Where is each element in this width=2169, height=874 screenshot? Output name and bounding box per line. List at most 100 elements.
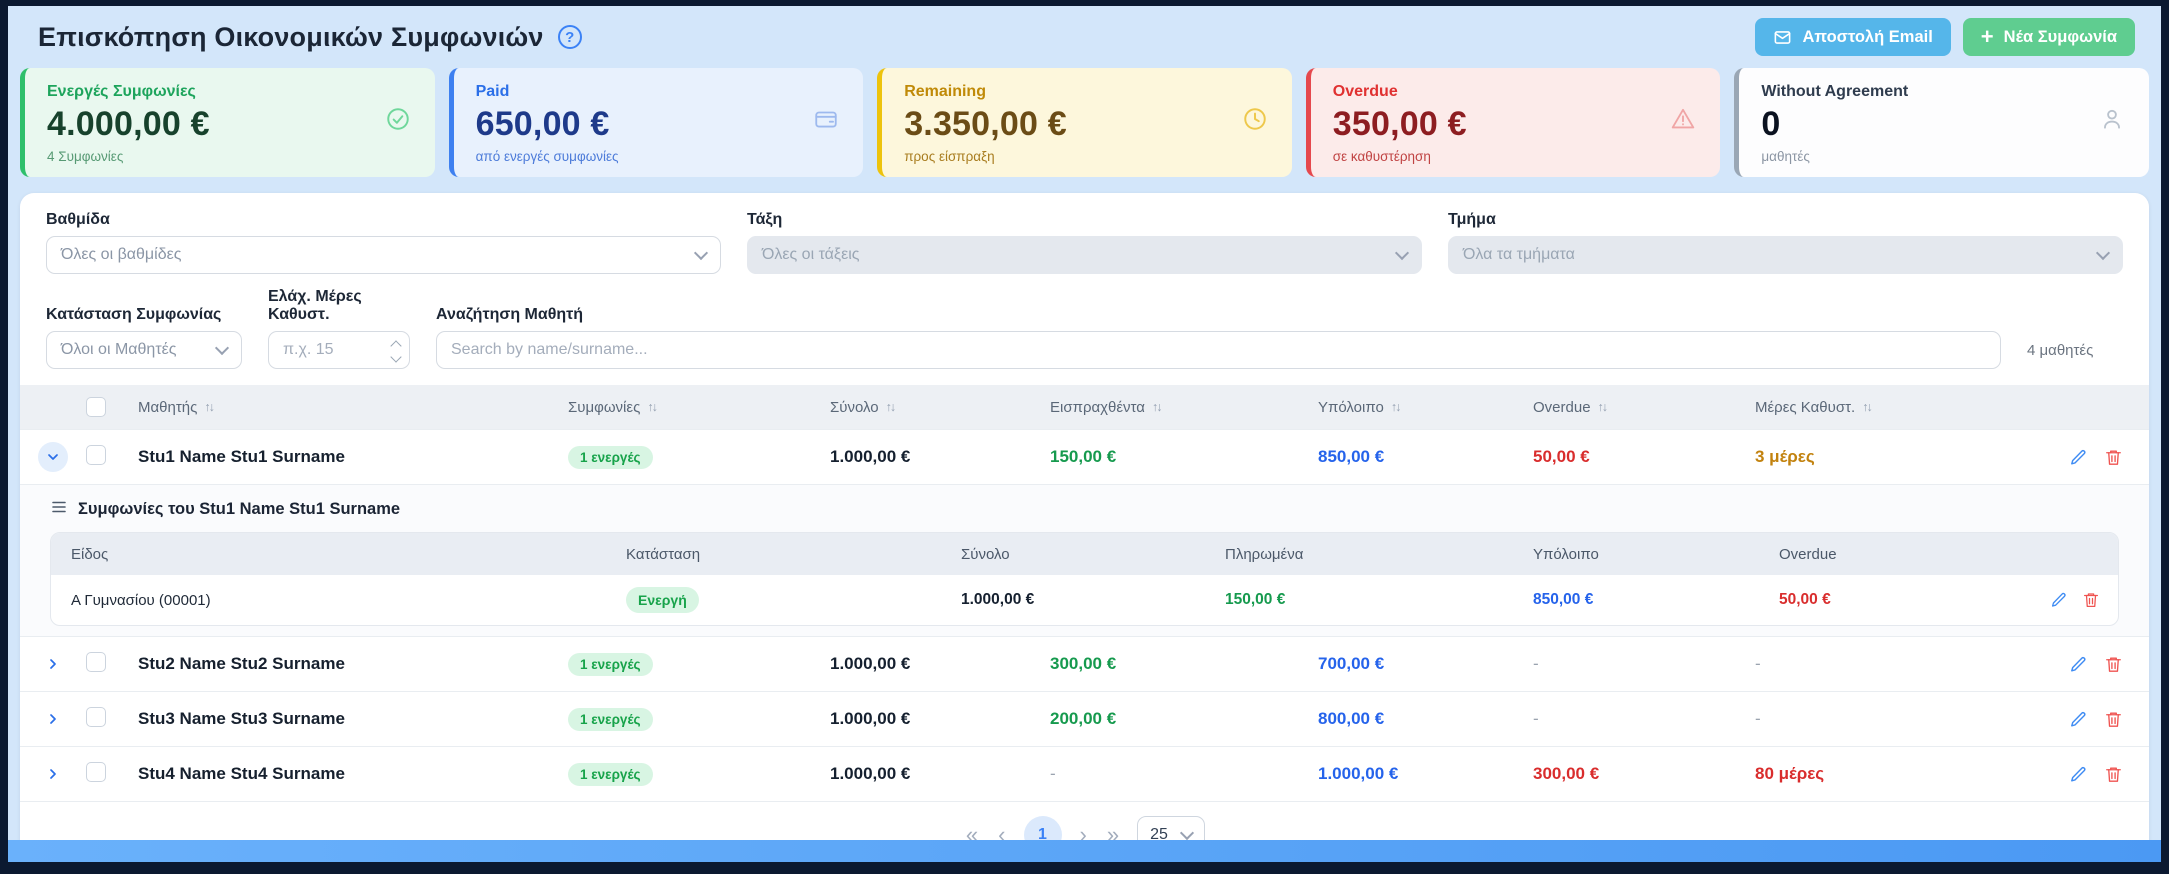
expand-row-button[interactable]	[38, 759, 68, 789]
total-cell: 1.000,00 €	[822, 447, 1042, 467]
days-late-cell: 3 μέρες	[1747, 447, 2044, 467]
sub-remaining-cell: 850,00 €	[1533, 591, 1779, 609]
table-row: Stu3 Name Stu3 Surname 1 ενεργές 1.000,0…	[20, 691, 2149, 746]
alert-triangle-icon	[1670, 106, 1696, 137]
stat-card-paid: Paid 650,00 € από ενεργές συμφωνίες	[449, 68, 864, 177]
delete-icon[interactable]	[2104, 765, 2123, 784]
sort-icon[interactable]: ↑↓	[1862, 400, 1871, 414]
edit-icon[interactable]	[2069, 710, 2088, 729]
sort-icon[interactable]: ↑↓	[1598, 400, 1607, 414]
delete-icon[interactable]	[2082, 591, 2100, 609]
search-input[interactable]	[436, 331, 2001, 369]
stat-sub: 4 Συμφωνίες	[47, 149, 413, 164]
expand-row-button[interactable]	[38, 704, 68, 734]
sort-icon[interactable]: ↑↓	[1391, 400, 1400, 414]
stat-sub: προς είσπραξη	[904, 149, 1270, 164]
table-header-row: Μαθητής↑↓ Συμφωνίες↑↓ Σύνολο↑↓ Εισπραχθέ…	[20, 385, 2149, 429]
status-select[interactable]: Όλοι οι Μαθητές	[46, 331, 242, 369]
student-name: Stu1 Name Stu1 Surname	[130, 447, 560, 467]
stat-sub: μαθητές	[1761, 149, 2127, 164]
total-cell: 1.000,00 €	[822, 764, 1042, 784]
col-agreements[interactable]: Συμφωνίες↑↓	[560, 399, 822, 416]
days-late-cell: 80 μέρες	[1747, 764, 2044, 784]
row-checkbox[interactable]	[86, 707, 106, 727]
filter-section-label: Τμήμα	[1448, 211, 2123, 229]
check-circle-icon	[385, 106, 411, 137]
edit-icon[interactable]	[2069, 448, 2088, 467]
sub-col-total: Σύνολο	[961, 546, 1225, 563]
filter-status-label: Κατάσταση Συμφωνίας	[46, 306, 242, 324]
new-agreement-label: Νέα Συμφωνία	[2004, 28, 2117, 47]
table-row: Stu1 Name Stu1 Surname 1 ενεργές 1.000,0…	[20, 429, 2149, 484]
number-stepper[interactable]	[392, 342, 400, 361]
sub-table: Είδος Κατάσταση Σύνολο Πληρωμένα Υπόλοιπ…	[50, 532, 2119, 626]
filter-search: Αναζήτηση Μαθητή	[436, 306, 2001, 369]
expanded-agreements-section: Συμφωνίες του Stu1 Name Stu1 Surname Είδ…	[20, 484, 2149, 636]
col-days-late[interactable]: Μέρες Καθυστ.↑↓	[1747, 399, 2044, 416]
chevron-down-icon	[45, 449, 61, 465]
edit-icon[interactable]	[2069, 765, 2088, 784]
help-icon[interactable]: ?	[558, 25, 582, 49]
section-select[interactable]: Όλα τα τμήματα	[1448, 236, 2123, 274]
agreements-badge: 1 ενεργές	[568, 708, 653, 731]
overdue-cell: -	[1525, 709, 1747, 729]
remaining-cell: 800,00 €	[1310, 709, 1525, 729]
col-student[interactable]: Μαθητής↑↓	[130, 399, 560, 416]
collapse-row-button[interactable]	[38, 442, 68, 472]
top-bar: Επισκόπηση Οικονομικών Συμφωνιών ? Αποστ…	[8, 6, 2161, 64]
grade-select-value: Όλες οι τάξεις	[762, 246, 859, 264]
col-paid[interactable]: Εισπραχθέντα↑↓	[1042, 399, 1310, 416]
chevron-right-icon	[45, 711, 61, 727]
page-title: Επισκόπηση Οικονομικών Συμφωνιών	[38, 22, 544, 53]
days-late-cell: -	[1747, 709, 2044, 729]
paid-cell: 200,00 €	[1042, 709, 1310, 729]
send-email-button[interactable]: Αποστολή Email	[1755, 18, 1950, 56]
envelope-icon	[1773, 28, 1792, 47]
delete-icon[interactable]	[2104, 448, 2123, 467]
stat-value: 350,00 €	[1333, 105, 1699, 144]
edit-icon[interactable]	[2050, 591, 2068, 609]
remaining-cell: 700,00 €	[1310, 654, 1525, 674]
edit-icon[interactable]	[2069, 655, 2088, 674]
sort-icon[interactable]: ↑↓	[204, 400, 213, 414]
days-late-cell: -	[1747, 654, 2044, 674]
grade-select[interactable]: Όλες οι τάξεις	[747, 236, 1422, 274]
stepper-up-icon[interactable]	[390, 340, 401, 351]
remaining-cell: 1.000,00 €	[1310, 764, 1525, 784]
row-checkbox[interactable]	[86, 445, 106, 465]
new-agreement-button[interactable]: + Νέα Συμφωνία	[1963, 18, 2135, 56]
stat-sub: σε καθυστέρηση	[1333, 149, 1699, 164]
status-select-value: Όλοι οι Μαθητές	[61, 341, 176, 359]
table-row: Stu2 Name Stu2 Surname 1 ενεργές 1.000,0…	[20, 636, 2149, 691]
row-checkbox[interactable]	[86, 762, 106, 782]
stat-cards: Ενεργές Συμφωνίες 4.000,00 € 4 Συμφωνίες…	[20, 68, 2149, 177]
stat-card-active-agreements: Ενεργές Συμφωνίες 4.000,00 € 4 Συμφωνίες	[20, 68, 435, 177]
sort-icon[interactable]: ↑↓	[1152, 400, 1161, 414]
col-total[interactable]: Σύνολο↑↓	[822, 399, 1042, 416]
level-select-value: Όλες οι βαθμίδες	[61, 246, 181, 264]
filter-grade-label: Τάξη	[747, 211, 1422, 229]
sub-col-overdue: Overdue	[1779, 546, 2034, 563]
level-select[interactable]: Όλες οι βαθμίδες	[46, 236, 721, 274]
agreements-badge: 1 ενεργές	[568, 653, 653, 676]
remaining-cell: 850,00 €	[1310, 447, 1525, 467]
sort-icon[interactable]: ↑↓	[886, 400, 895, 414]
sub-col-type: Είδος	[51, 546, 626, 563]
col-overdue[interactable]: Overdue↑↓	[1525, 399, 1747, 416]
agreements-badge: 1 ενεργές	[568, 446, 653, 469]
delete-icon[interactable]	[2104, 655, 2123, 674]
delete-icon[interactable]	[2104, 710, 2123, 729]
expand-row-button[interactable]	[38, 649, 68, 679]
user-icon	[2099, 106, 2125, 137]
row-checkbox[interactable]	[86, 652, 106, 672]
min-days-input[interactable]	[268, 331, 410, 369]
section-select-value: Όλα τα τμήματα	[1463, 246, 1575, 264]
sort-icon[interactable]: ↑↓	[647, 400, 656, 414]
sub-col-status: Κατάσταση	[626, 546, 961, 563]
app-window: Επισκόπηση Οικονομικών Συμφωνιών ? Αποστ…	[0, 0, 2169, 874]
main-panel: Βαθμίδα Όλες οι βαθμίδες Τάξη Όλες οι τά…	[20, 193, 2149, 868]
stepper-down-icon[interactable]	[390, 351, 401, 362]
col-remaining[interactable]: Υπόλοιπο↑↓	[1310, 399, 1525, 416]
student-name: Stu4 Name Stu4 Surname	[130, 764, 560, 784]
select-all-checkbox[interactable]	[86, 397, 106, 417]
